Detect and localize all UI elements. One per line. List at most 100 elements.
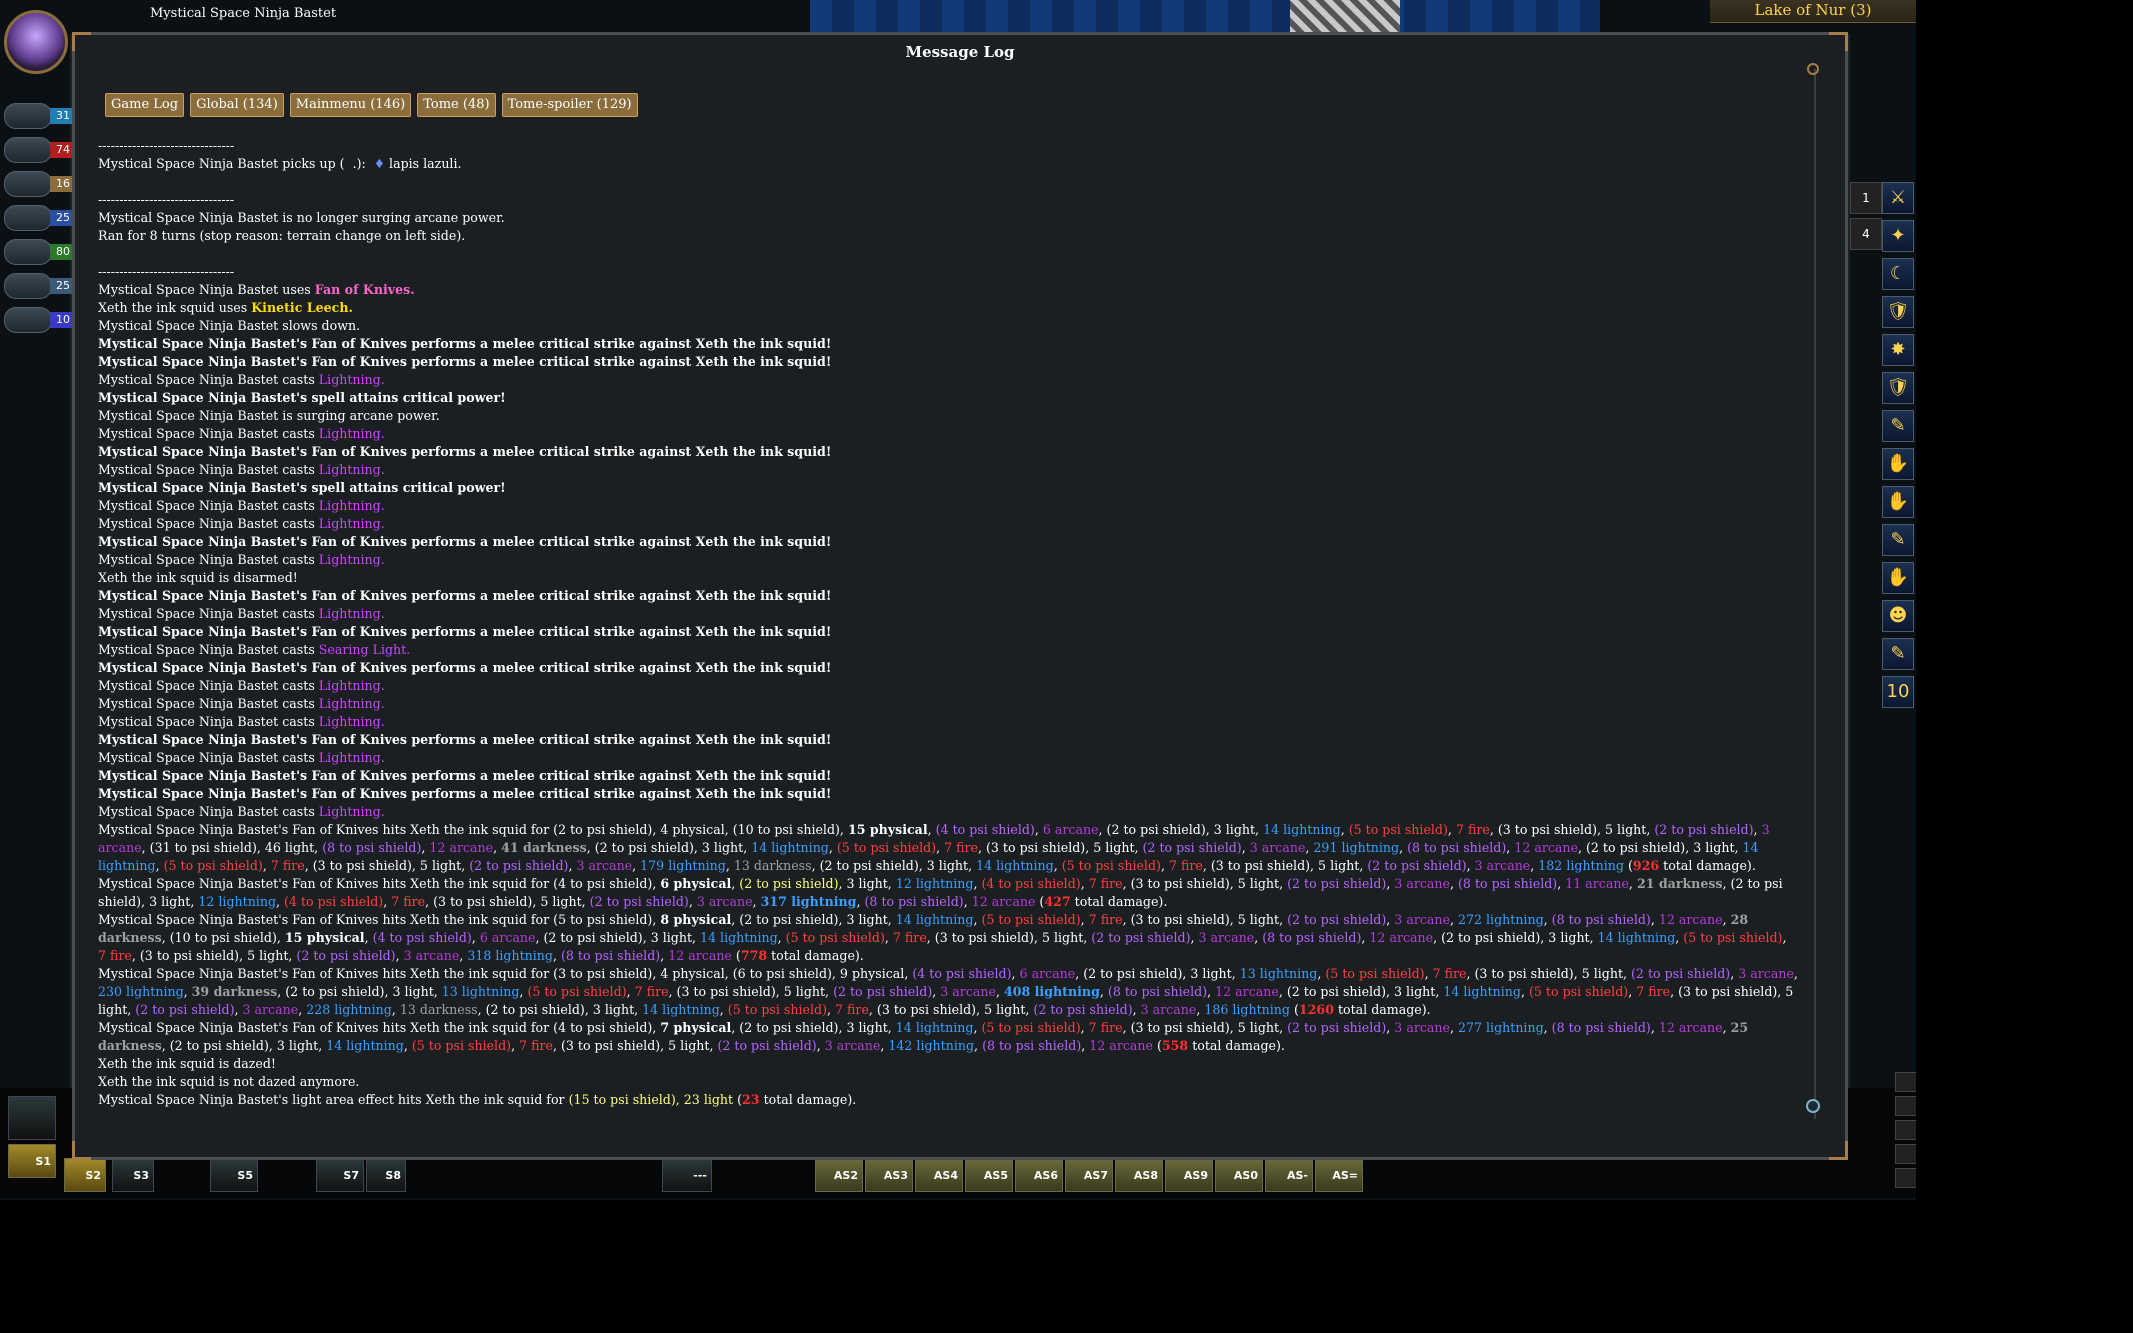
hotkey-as0[interactable]: AS0 [1215, 1158, 1263, 1192]
tool-icon[interactable] [1895, 1096, 1916, 1116]
log-segment: , [660, 948, 669, 963]
tool-icon[interactable] [1895, 1120, 1916, 1140]
log-segment: , [403, 1038, 412, 1053]
hotkey-s1[interactable]: S1 [8, 1144, 56, 1178]
hotkey-as=[interactable]: AS= [1315, 1158, 1363, 1192]
tool-icon[interactable] [1895, 1072, 1916, 1092]
tool-icon[interactable] [1895, 1144, 1916, 1164]
hotkey-as3[interactable]: AS3 [865, 1158, 913, 1192]
log-segment: , [927, 822, 936, 837]
tab-3[interactable]: Tome (48) [417, 93, 496, 117]
log-line: -------------------------------- [98, 191, 1798, 209]
resource-icon[interactable] [4, 273, 52, 299]
talent-icon[interactable]: ✎ [1882, 410, 1914, 442]
log-segment: Mystical Space Ninja Bastet uses [98, 282, 315, 297]
log-scrollbar[interactable] [1806, 63, 1820, 1119]
resource-icon[interactable] [4, 205, 52, 231]
talent-icon[interactable]: ✦ [1882, 220, 1914, 252]
talent-icon[interactable]: ⚔ [1882, 182, 1914, 214]
talent-icon[interactable]: ✎ [1882, 524, 1914, 556]
log-segment: (2 to psi shield) [739, 876, 839, 891]
hotkey-empty[interactable]: --- [662, 1158, 712, 1192]
log-segment: , [725, 858, 734, 873]
hotkey-as9[interactable]: AS9 [1165, 1158, 1213, 1192]
log-segment: , (2 to psi shield), 3 light, [1098, 822, 1264, 837]
effect-icon[interactable]: 4 [1850, 218, 1882, 250]
hotkey-as6[interactable]: AS6 [1015, 1158, 1063, 1192]
log-segment: , [827, 1002, 836, 1017]
log-line: Mystical Space Ninja Bastet's Fan of Kni… [98, 335, 1798, 353]
log-segment: 14 lightning [326, 1038, 404, 1053]
log-segment: , [752, 894, 761, 909]
hotkey-as2[interactable]: AS2 [815, 1158, 863, 1192]
talent-icon[interactable]: 🛡 [1882, 296, 1914, 328]
log-segment: Mystical Space Ninja Bastet's Fan of Kni… [98, 660, 832, 675]
log-segment: , [1011, 966, 1020, 981]
log-segment [98, 174, 102, 189]
talent-icon[interactable]: 10 [1882, 676, 1914, 708]
resource-icon[interactable] [4, 137, 52, 163]
log-segment: 3 arcane [1394, 1020, 1450, 1035]
hotkey-as7[interactable]: AS7 [1065, 1158, 1113, 1192]
hotkey-as5[interactable]: AS5 [965, 1158, 1013, 1192]
log-segment: Lightning. [318, 462, 385, 477]
talent-icon[interactable]: ✋ [1882, 562, 1914, 594]
tab-0[interactable]: Game Log [105, 93, 185, 117]
map-wall-tiles [810, 0, 1600, 34]
log-segment: 14 lightning [642, 1002, 720, 1017]
hotkey-as8[interactable]: AS8 [1115, 1158, 1163, 1192]
tab-2[interactable]: Mainmenu (146) [289, 93, 412, 117]
talent-icon[interactable]: ✋ [1882, 486, 1914, 518]
log-segment: , [183, 984, 192, 999]
resource-icon[interactable] [4, 239, 52, 265]
log-segment: 3 arcane [1394, 876, 1450, 891]
effect-icon[interactable]: 1 [1850, 182, 1882, 214]
log-segment: Mystical Space Ninja Bastet casts [98, 552, 319, 567]
log-segment: (8 to psi shield) [1551, 1020, 1651, 1035]
hotkey-as4[interactable]: AS4 [915, 1158, 963, 1192]
log-line: Mystical Space Ninja Bastet casts Lightn… [98, 713, 1798, 731]
log-segment: (15 to psi shield), 23 light [568, 1092, 734, 1107]
talent-icon[interactable]: 🛡 [1882, 372, 1914, 404]
talent-icon[interactable]: ✸ [1882, 334, 1914, 366]
tool-icon[interactable] [1895, 1168, 1916, 1188]
log-segment: (5 to psi shield) [1325, 966, 1425, 981]
tab-4[interactable]: Tome-spoiler (129) [501, 93, 638, 117]
talent-icon[interactable]: ✎ [1882, 638, 1914, 670]
log-segment: 15 physical [847, 822, 928, 837]
message-log-list[interactable]: -------------------------------- Mystical… [98, 137, 1798, 1147]
log-segment: 7 fire [835, 1002, 869, 1017]
log-tabs: Game Log Global (134) Mainmenu (146) Tome (… [105, 93, 638, 117]
talent-icon[interactable]: ✋ [1882, 448, 1914, 480]
log-line: Mystical Space Ninja Bastet casts Lightn… [98, 551, 1798, 569]
tab-1[interactable]: Global (134) [190, 93, 284, 117]
player-portrait[interactable] [4, 10, 68, 74]
log-segment: (2 to psi shield) [1287, 1020, 1387, 1035]
log-segment: , [963, 894, 972, 909]
hotkey-s3[interactable]: S3 [112, 1158, 154, 1192]
hotkey-as-[interactable]: AS- [1265, 1158, 1313, 1192]
log-segment: , [1053, 858, 1062, 873]
log-segment: , [626, 984, 635, 999]
hotkey-weapon-icon[interactable] [8, 1096, 56, 1140]
log-segment: , [1399, 840, 1408, 855]
hotkey-s2[interactable]: S2 [64, 1158, 106, 1192]
log-segment: Mystical Space Ninja Bastet's light area… [98, 1092, 569, 1107]
log-segment: 7 fire [1088, 912, 1123, 927]
log-segment: , [155, 858, 164, 873]
log-segment: Mystical Space Ninja Bastet casts [98, 516, 319, 531]
hotkey-s8[interactable]: S8 [366, 1158, 406, 1192]
log-segment: Mystical Space Ninja Bastet's Fan of Kni… [98, 354, 832, 369]
game-viewport[interactable]: Mystical Space Ninja Bastet Lake of Nur … [0, 0, 1916, 1200]
scroll-knob[interactable] [1806, 1099, 1820, 1113]
talent-icon[interactable]: ☾ [1882, 258, 1914, 290]
hotkey-s5[interactable]: S5 [210, 1158, 258, 1192]
scroll-top-icon[interactable] [1807, 63, 1819, 75]
resource-icon[interactable] [4, 103, 52, 129]
resource-icon[interactable] [4, 171, 52, 197]
log-segment: Mystical Space Ninja Bastet casts [98, 678, 319, 693]
log-segment: Lightning. [318, 552, 385, 567]
resource-icon[interactable] [4, 307, 52, 333]
hotkey-s7[interactable]: S7 [316, 1158, 364, 1192]
talent-icon[interactable]: ☻ [1882, 600, 1914, 632]
